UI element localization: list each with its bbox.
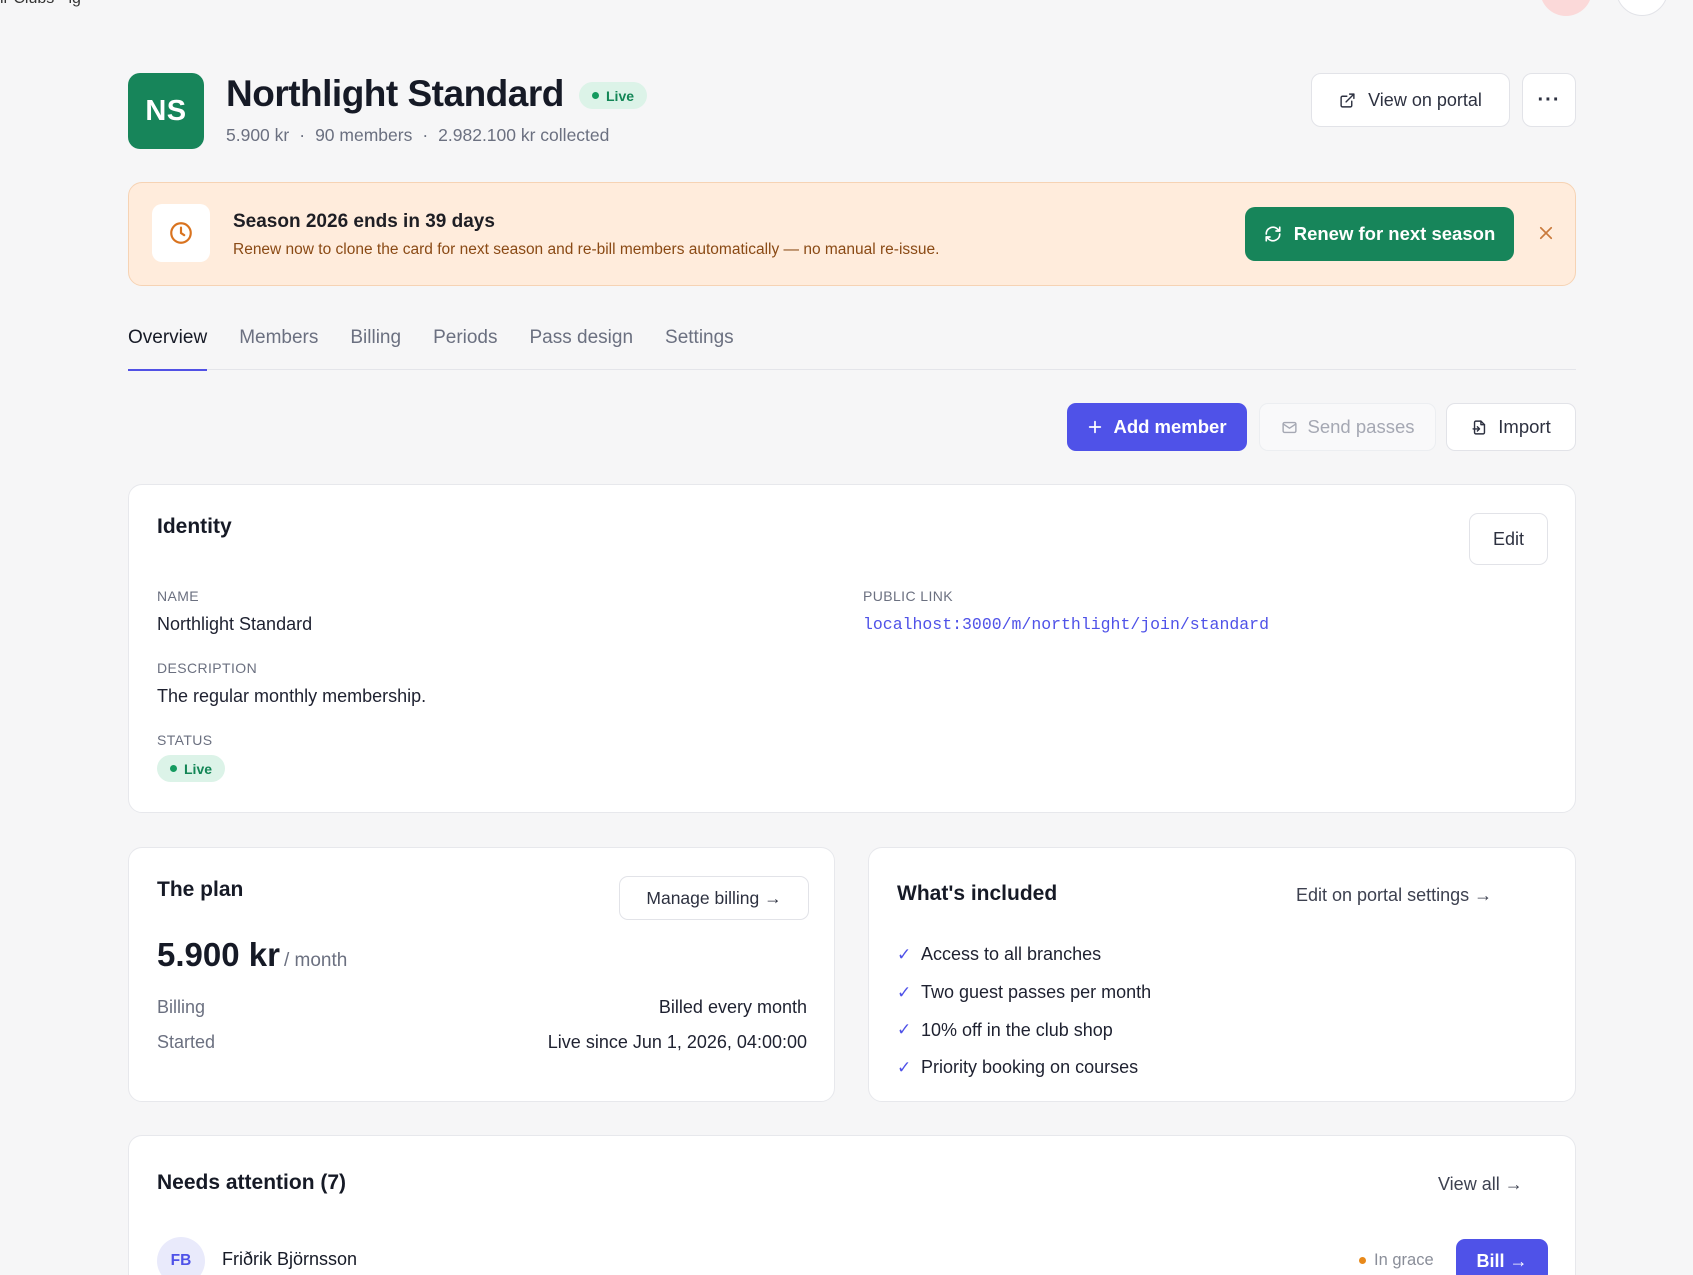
name-value: Northlight Standard xyxy=(157,614,313,634)
list-item: ✓ Access to all branches xyxy=(897,936,1151,974)
breadcrumb-fragment: ir Clubs · ig xyxy=(0,0,81,8)
public-link[interactable]: localhost:3000/m/northlight/join/standar… xyxy=(863,615,1269,634)
more-options-button[interactable]: ··· xyxy=(1522,73,1576,127)
check-icon: ✓ xyxy=(897,1020,912,1040)
included-item-label: Priority booking on courses xyxy=(921,1057,1139,1078)
needs-attention-card: Needs attention (7) View all → FB Friðri… xyxy=(128,1135,1576,1275)
status-dot-icon xyxy=(592,92,599,99)
meta-price: 5.900 kr xyxy=(226,125,290,145)
meta-collected: 2.982.100 kr collected xyxy=(438,125,610,145)
member-name: Friðrik Björnsson xyxy=(222,1249,358,1269)
status-label: Status xyxy=(157,732,213,748)
page-header: NS Northlight Standard Live 5.900 kr · 90 … xyxy=(128,73,1576,149)
tab-overview[interactable]: Overview xyxy=(128,318,208,371)
close-icon xyxy=(1539,226,1553,240)
edit-portal-settings-link[interactable]: Edit on portal settings → xyxy=(1296,885,1492,906)
view-all-link[interactable]: View all → xyxy=(1438,1174,1523,1195)
public-link-label: Public link xyxy=(863,588,953,604)
banner-close-button[interactable] xyxy=(1532,219,1560,247)
banner-title: Season 2026 ends in 39 days xyxy=(233,211,495,232)
needs-attention-title: Needs attention (7) xyxy=(157,1171,347,1194)
refresh-icon xyxy=(1265,226,1281,242)
page-title: Northlight Standard xyxy=(226,73,564,114)
description-label: Description xyxy=(157,660,258,676)
status-badge-label: Live xyxy=(606,87,635,104)
identity-card: Identity Edit Name Northlight Standard P… xyxy=(128,484,1576,813)
header-meta: 5.900 kr · 90 members · 2.982.100 kr collect… xyxy=(226,125,609,146)
list-item: ✓ Two guest passes per month xyxy=(897,974,1151,1012)
renew-season-label: Renew for next season xyxy=(1293,223,1496,244)
billing-value: Billed every month xyxy=(658,997,807,1017)
included-card: What's included Edit on portal settings … xyxy=(868,847,1576,1102)
check-icon: ✓ xyxy=(897,944,912,964)
import-label: Import xyxy=(1498,416,1551,437)
included-item-label: 10% off in the club shop xyxy=(921,1019,1113,1040)
top-bar-cropped: ir Clubs · ig xyxy=(0,0,1693,16)
check-icon: ✓ xyxy=(897,982,912,1002)
list-item: ✓ 10% off in the club shop xyxy=(897,1011,1151,1049)
notification-button[interactable] xyxy=(1540,0,1592,16)
tab-bar: Overview Members Billing Periods Pass de… xyxy=(128,318,1576,371)
import-button[interactable]: Import xyxy=(1446,403,1576,451)
tab-periods[interactable]: Periods xyxy=(433,318,497,370)
plus-icon xyxy=(1089,420,1102,434)
tab-billing[interactable]: Billing xyxy=(350,318,401,370)
send-passes-button[interactable]: Send passes xyxy=(1259,403,1436,451)
identity-status-label: Live xyxy=(184,760,213,777)
included-list: ✓ Access to all branches ✓ Two guest passe… xyxy=(897,936,1151,1087)
plan-price: 5.900 kr / month xyxy=(157,936,347,974)
bill-button[interactable]: Bill → xyxy=(1456,1239,1548,1275)
included-item-label: Access to all branches xyxy=(921,944,1102,965)
meta-separator: · xyxy=(299,125,306,145)
avatar: FB xyxy=(157,1237,205,1275)
file-import-icon xyxy=(1472,419,1486,435)
clock-icon-box xyxy=(152,204,210,262)
plan-price-period: / month xyxy=(283,950,348,971)
send-passes-label: Send passes xyxy=(1307,416,1415,437)
included-item-label: Two guest passes per month xyxy=(921,982,1152,1003)
meta-members: 90 members xyxy=(315,125,413,145)
check-icon: ✓ xyxy=(897,1057,912,1077)
identity-title: Identity xyxy=(157,515,232,538)
included-title: What's included xyxy=(897,882,1058,905)
clock-icon xyxy=(170,222,192,244)
view-on-portal-label: View on portal xyxy=(1368,89,1482,110)
add-member-label: Add member xyxy=(1113,416,1227,437)
plan-card: The plan Manage billing → 5.900 kr / mont… xyxy=(128,847,835,1102)
tab-settings[interactable]: Settings xyxy=(665,318,734,370)
status-dot-icon xyxy=(1359,1257,1366,1264)
plan-price-value: 5.900 kr xyxy=(157,936,280,973)
status-badge: Live xyxy=(579,82,648,109)
edit-identity-button[interactable]: Edit xyxy=(1469,513,1548,565)
renew-season-button[interactable]: Renew for next season xyxy=(1245,207,1514,261)
view-on-portal-button[interactable]: View on portal xyxy=(1311,73,1510,127)
grace-status: In grace xyxy=(1359,1251,1434,1270)
status-dot-icon xyxy=(170,765,177,772)
more-dots-icon: ··· xyxy=(1537,88,1561,111)
list-item: ✓ Priority booking on courses xyxy=(897,1049,1151,1087)
tab-members[interactable]: Members xyxy=(239,318,318,370)
grace-status-label: In grace xyxy=(1374,1251,1434,1269)
user-menu-button[interactable] xyxy=(1616,0,1668,16)
membership-avatar: NS xyxy=(128,73,204,149)
plan-title: The plan xyxy=(157,878,244,901)
add-member-button[interactable]: Add member xyxy=(1067,403,1247,451)
started-value: Live since Jun 1, 2026, 04:00:00 xyxy=(547,1032,807,1052)
started-label: Started xyxy=(157,1032,216,1052)
manage-billing-button[interactable]: Manage billing → xyxy=(619,876,809,920)
mail-icon xyxy=(1281,421,1297,433)
external-link-icon xyxy=(1340,92,1355,108)
description-value: The regular monthly membership. xyxy=(157,686,427,706)
tab-pass-design[interactable]: Pass design xyxy=(530,318,634,370)
meta-separator: · xyxy=(422,125,429,145)
season-renewal-banner: Season 2026 ends in 39 days Renew now to… xyxy=(128,182,1576,286)
banner-subtitle: Renew now to clone the card for next sea… xyxy=(233,241,940,258)
identity-status-badge: Live xyxy=(157,755,226,782)
billing-label: Billing xyxy=(157,997,206,1017)
name-label: Name xyxy=(157,588,200,604)
